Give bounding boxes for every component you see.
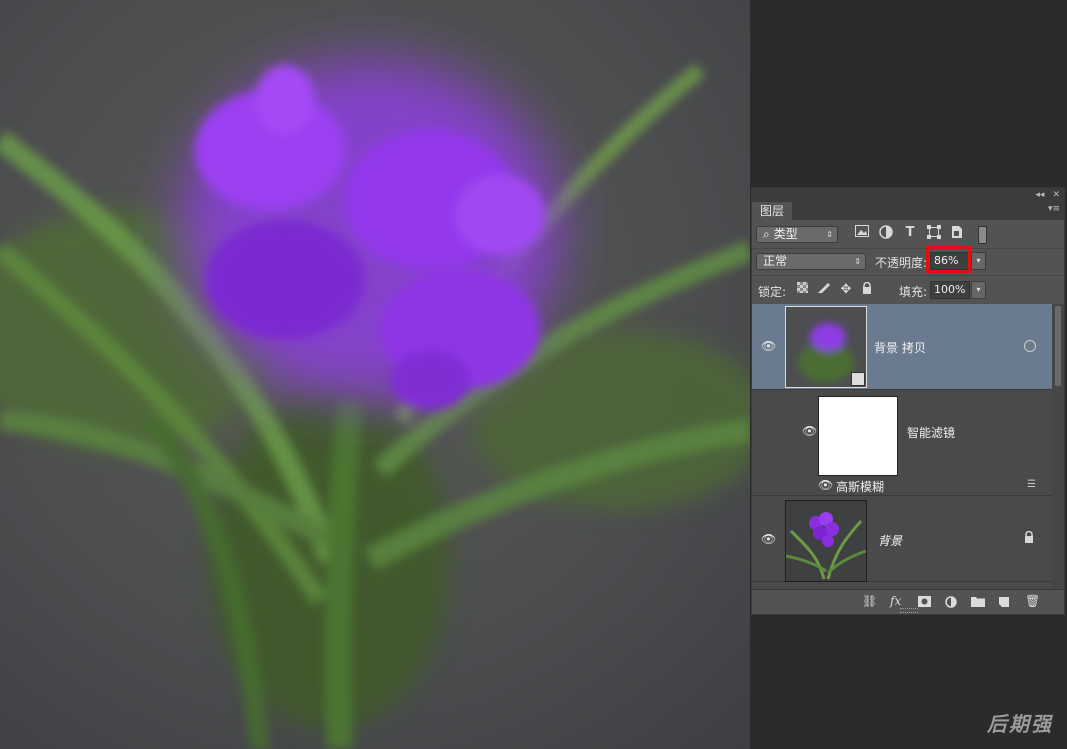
smart-object-filter-icon[interactable] [949, 225, 965, 241]
fx-layer-style-icon[interactable]: fx [890, 594, 901, 608]
close-panel-icon[interactable]: ✕ [1052, 190, 1060, 200]
layer-name[interactable]: 背景 拷贝 [874, 339, 926, 356]
lock-label: 锁定: [758, 285, 787, 299]
blend-mode-select[interactable]: 正常 ⇕ [756, 253, 866, 270]
filter-name[interactable]: 高斯模糊 [836, 478, 884, 495]
new-adjustment-layer-icon[interactable] [945, 596, 957, 611]
visibility-eye-icon[interactable]: 👁 [761, 339, 776, 353]
new-group-folder-icon[interactable] [971, 596, 985, 610]
visibility-eye-icon[interactable]: 👁 [802, 424, 817, 438]
link-layers-icon[interactable]: ⛓ [862, 594, 877, 608]
lock-transparent-pixels-icon[interactable] [794, 282, 810, 298]
filter-kind-value: 类型 [773, 227, 798, 241]
layer-row-smart-filters[interactable]: 👁 智能滤镜 [752, 390, 1052, 476]
updown-arrow-icon: ⇕ [854, 257, 861, 266]
watermark-logo: 后期强 [987, 712, 1053, 736]
tab-layers[interactable]: 图层 [752, 202, 793, 220]
smart-filter-indicator-icon[interactable] [1024, 340, 1036, 352]
layer-lock-icon [1024, 530, 1034, 546]
type-filter-icon[interactable]: T [902, 225, 918, 241]
filter-row-gaussian-blur[interactable]: 👁 高斯模糊 ☰ [752, 476, 1052, 496]
filter-blending-options-icon[interactable]: ☰ [1027, 479, 1036, 490]
opacity-highlight-box [926, 246, 971, 273]
filter-toggle-switch[interactable] [978, 226, 987, 244]
panel-menu-icon[interactable]: ▾≡ [1048, 204, 1060, 214]
layers-panel: ◂◂ ✕ 图层 ▾≡ ⌕ 类型 ⇕ T 正常 ⇕ 不透明度: 86% ▾ 锁定:… [751, 187, 1065, 615]
blend-mode-value: 正常 [763, 254, 788, 268]
panel-title-strip: ◂◂ ✕ [752, 188, 1064, 202]
filter-row: ⌕ 类型 ⇕ T [752, 220, 1064, 249]
lock-all-icon[interactable] [859, 281, 875, 298]
smart-filters-label[interactable]: 智能滤镜 [907, 424, 955, 441]
layer-row-background[interactable]: 👁 背景 [752, 496, 1052, 582]
layer-row-background-copy[interactable]: 👁 背景 拷贝 [752, 304, 1052, 390]
layer-thumbnail [785, 500, 867, 582]
fill-label: 填充: [899, 285, 928, 299]
collapse-panel-icon[interactable]: ◂◂ [1035, 190, 1044, 200]
visibility-eye-icon[interactable]: 👁 [818, 478, 833, 492]
adjustment-filter-icon[interactable] [878, 225, 894, 241]
layers-scrollbar[interactable] [1052, 304, 1064, 590]
blend-opacity-row: 正常 ⇕ 不透明度: 86% ▾ [752, 249, 1064, 276]
layer-thumbnail [785, 306, 867, 388]
filter-kind-select[interactable]: ⌕ 类型 ⇕ [756, 226, 838, 243]
panel-resize-grip[interactable] [900, 608, 918, 613]
image-filter-icon[interactable] [854, 225, 870, 241]
new-layer-icon[interactable] [998, 596, 1010, 611]
layers-bottom-toolbar: ⛓ fx 🗑 [752, 589, 1064, 614]
delete-layer-trash-icon[interactable]: 🗑 [1025, 594, 1040, 608]
search-icon: ⌕ [763, 227, 770, 241]
layer-name[interactable]: 背景 [878, 532, 902, 549]
visibility-eye-icon[interactable]: 👁 [761, 532, 776, 546]
layers-list: 👁 背景 拷贝 👁 智能滤镜 👁 高斯模糊 ☰ 👁 背景 [752, 304, 1052, 590]
lock-image-pixels-icon[interactable] [816, 282, 832, 298]
opacity-dropdown-button[interactable]: ▾ [971, 252, 986, 270]
smart-object-badge-icon [851, 372, 865, 386]
panel-tab-bar: 图层 ▾≡ [752, 202, 1064, 220]
filter-mask-thumbnail [818, 396, 898, 476]
add-mask-icon[interactable] [918, 596, 931, 610]
fill-input[interactable]: 100% [930, 281, 970, 299]
lock-fill-row: 锁定: ✥ 填充: 100% ▾ [752, 276, 1064, 305]
updown-arrow-icon: ⇕ [826, 230, 833, 239]
lock-position-icon[interactable]: ✥ [838, 282, 854, 298]
document-canvas[interactable] [0, 0, 750, 749]
opacity-label: 不透明度: [875, 256, 928, 270]
blurred-orchid-photo [0, 0, 750, 749]
scrollbar-thumb[interactable] [1055, 306, 1061, 386]
shape-filter-icon[interactable] [926, 225, 942, 241]
fill-dropdown-button[interactable]: ▾ [971, 281, 986, 299]
